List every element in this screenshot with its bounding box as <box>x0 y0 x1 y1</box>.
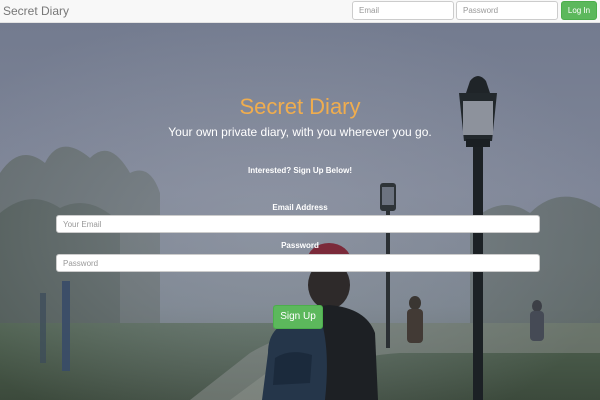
signup-hero: Secret Diary Your own private diary, wit… <box>0 0 600 400</box>
page-title: Secret Diary <box>239 94 361 119</box>
navbar-email-input[interactable] <box>352 1 454 20</box>
tagline: Your own private diary, with you whereve… <box>168 125 432 139</box>
signup-intro-text: Interested? Sign Up Below! <box>247 166 352 175</box>
signup-email-field[interactable] <box>56 215 540 233</box>
login-button[interactable]: Log In <box>561 1 597 20</box>
password-label: Password <box>281 241 319 250</box>
navbar-brand[interactable]: Secret Diary <box>3 4 69 18</box>
top-navbar: Secret Diary Log In <box>0 0 600 23</box>
sign-up-button[interactable]: Sign Up <box>273 305 323 329</box>
navbar-password-input[interactable] <box>456 1 558 20</box>
signup-password-field[interactable] <box>56 254 540 272</box>
email-address-label: Email Address <box>272 203 328 212</box>
